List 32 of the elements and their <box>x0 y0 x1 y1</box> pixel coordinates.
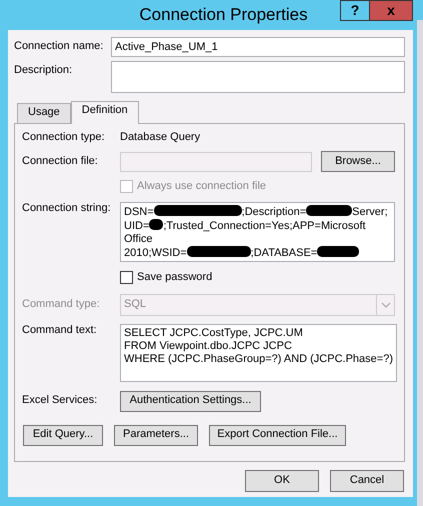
redaction-mark <box>317 246 360 258</box>
description-field[interactable] <box>111 61 405 93</box>
checkbox[interactable] <box>120 271 133 284</box>
chevron-down-icon <box>380 302 390 308</box>
checkbox-label: Always use connection file <box>137 180 266 194</box>
redaction-mark <box>186 246 251 258</box>
connection-string-field[interactable]: DSN= ;Description= Server; UID= ;Trusted_Connection=Yes;APP=Microsoft Office 2010;WSID= ;DATABASE= <box>120 202 395 262</box>
field-label: Command type: <box>22 298 101 312</box>
dialog-button[interactable]: Export Connection File... <box>209 424 346 446</box>
dialog-button[interactable]: Edit Query... <box>23 424 103 446</box>
window-title: Connection Properties <box>139 4 308 26</box>
checkbox-label: Save password <box>137 271 212 285</box>
field-label: Description: <box>14 63 74 78</box>
authentication-settings-button[interactable]: Authentication Settings... <box>120 390 261 412</box>
field-label: Connection name: <box>14 39 104 54</box>
dialog-button[interactable]: Parameters... <box>114 424 198 446</box>
field-label: Connection file: <box>22 155 99 168</box>
field-label: Connection type: <box>22 131 106 144</box>
tab[interactable]: Usage <box>17 103 71 123</box>
dialog-button[interactable]: OK <box>245 470 319 492</box>
help-button[interactable]: ? <box>340 0 369 21</box>
field-value: Database Query <box>120 131 200 144</box>
field-label: Excel Services: <box>22 394 98 408</box>
dialog-button[interactable]: Cancel <box>330 470 404 492</box>
name-field[interactable]: Active_Phase_UM_1 <box>111 37 405 57</box>
redaction-mark <box>306 205 352 216</box>
redaction-mark <box>149 219 164 230</box>
field-label: Command text: <box>22 324 98 337</box>
close-button[interactable]: x <box>369 0 413 21</box>
tab[interactable]: Definition <box>70 101 139 124</box>
field-label: Connection string: <box>22 202 112 216</box>
command-text-field[interactable]: SELECT JCPC.CostType, JCPC.UM FROM Viewpoint.dbo.JCPC JCPC WHERE (JCPC.PhaseGroup=?) AND (JCPC.Phase=?) <box>120 324 397 382</box>
